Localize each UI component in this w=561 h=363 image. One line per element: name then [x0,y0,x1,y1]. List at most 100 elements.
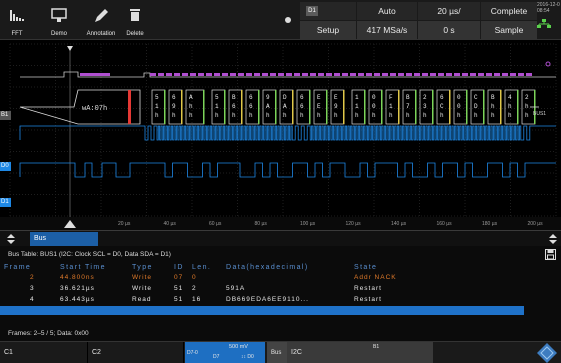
trigger-mode[interactable]: Auto [357,2,417,20]
digital-range[interactable]: D7-0 [185,342,203,363]
bus-number: B1 [373,344,380,350]
table-row[interactable]: 4 63.443µs Read 51 16 DB669EDA6EE9110... Resta… [0,295,524,304]
cell-len: 0 [192,274,197,281]
overview-segment [398,73,404,76]
rs-logo-icon[interactable] [537,343,557,363]
table-row[interactable]: 2 44.800ns Write 07 0 Addr NACK [0,273,524,282]
bus-protocol[interactable]: I2C B1 [287,342,433,363]
cell-data: 591A [226,285,246,292]
overview-segment [382,73,388,76]
overview-segment [486,73,492,76]
acquisition-settings: Auto 20 µs/ Complete Setup 417 MSa/s 0 s… [300,0,561,40]
cell-start: 44.800ns [60,274,95,281]
bus-byte-sub: 1 [155,103,159,110]
cell-type: Write [132,285,153,292]
bus-byte-suffix: h [266,112,270,119]
overview-segment [182,73,188,76]
bus-byte-sub: h [491,103,495,110]
digital-settings[interactable]: 500 mV D7 ↕↕ D0 [203,342,265,363]
c1-button[interactable]: C1 [0,342,88,363]
acquisition-state[interactable]: Complete [481,2,537,20]
table-row[interactable]: 5 240.567µs Read 12 1 50 Data [0,306,524,315]
overview-segment [206,73,212,76]
bus-byte-hex: 6 [300,94,304,101]
fft-button[interactable]: FFT [0,0,34,40]
digital-sub-right: ↕↕ D0 [241,354,254,360]
demo-button[interactable]: Demo [34,0,84,40]
d1-waveform [19,162,556,178]
overview-segment [166,73,172,76]
bus-byte-sub: A [283,103,287,110]
overview-segment [318,73,324,76]
cell-state: Restart [354,285,382,292]
bus-byte-sub: 0 [372,103,376,110]
cell-type: Read [132,307,152,314]
bus-byte-suffix: h [172,112,176,119]
overview-segment [158,73,164,76]
col-data: Data(hexadecimal) [226,264,309,271]
cell-frame: 5 [30,307,35,314]
sample-rate[interactable]: 417 MSa/s [357,21,417,39]
bus-protocol-label: I2C [291,349,302,356]
col-type: Type [132,264,153,271]
nack-marker [128,90,131,124]
acquisition-mode[interactable]: Sample [481,21,537,39]
table-row[interactable]: 3 36.621µs Write 51 2 591A Restart [0,284,524,293]
bus-byte-suffix: h [474,112,478,119]
overview-segment [414,73,420,76]
expand-arrows-icon[interactable] [6,234,16,244]
channel-badge: D1 [306,6,318,16]
bus-byte-sub: 0 [457,103,461,110]
x-tick-label: 80 µs [255,221,268,227]
cell-len: 2 [192,285,197,292]
ack-marker [326,90,328,124]
bus-byte-suffix: h [249,112,253,119]
collapse-arrows-icon[interactable] [548,234,558,244]
demo-icon [51,8,67,22]
bus-byte-hex: C [474,94,478,101]
table-title: Bus Table: BUS1 (I2C: Clock SCL = D0, Da… [8,251,171,258]
datetime: 2016-12-0 08:54 [537,2,560,31]
annotation-button[interactable]: Annotation [84,0,118,40]
bus-channel-label: B1 [0,111,11,120]
ack-marker [466,90,468,124]
bus-byte-sub: 6 [249,103,253,110]
overview-segment [358,73,364,76]
overview-segment [270,73,276,76]
bus-byte-sub: D [474,103,478,110]
c2-button[interactable]: C2 [88,342,184,363]
bus-decode-first: wA:07h [82,105,107,113]
ack-marker [381,90,383,124]
bus-byte-suffix: h [440,112,444,119]
bus-byte-sub: 1 [389,103,393,110]
overview-segment [310,73,316,76]
bus-byte-hex: 6 [249,94,253,101]
time-offset[interactable]: 0 s [418,21,480,39]
settings-dot-icon[interactable] [284,16,292,24]
ack-marker [343,90,345,124]
overview-segment [454,73,460,76]
x-tick-label: 60 µs [209,221,222,227]
cell-data: DB669EDA6EE9110... [226,296,309,303]
x-tick-label: 200 µs [528,221,544,227]
waveform-display[interactable]: wA:07h 5 1 h 6 9 h Ah h 5 1 h B 6 h 6 6 h 9 Ah D Ah 6 6 h E Eh E 9 h 1… [0,40,561,230]
overview-segment [494,73,500,76]
bus-tab[interactable]: Bus [30,232,98,246]
x-tick-label: 160 µs [437,221,453,227]
time-scale[interactable]: 20 µs/ [418,2,480,20]
bus-byte-hex: B [406,94,410,101]
overview-segment [478,73,484,76]
delete-button[interactable]: Delete [118,0,152,40]
overview-segment [190,73,196,76]
ack-marker [500,90,502,124]
bus-byte-suffix: h [215,112,219,119]
x-tick-label: 20 µs [118,221,131,227]
bus-byte-sub: 6 [300,103,304,110]
overview-segment [438,73,444,76]
overview-segment [278,73,284,76]
bus-button[interactable]: Bus [267,342,287,363]
col-frame: Frame [4,264,32,271]
overview-segment [262,73,268,76]
setup-button[interactable]: Setup [300,21,356,39]
save-icon[interactable] [545,249,556,260]
